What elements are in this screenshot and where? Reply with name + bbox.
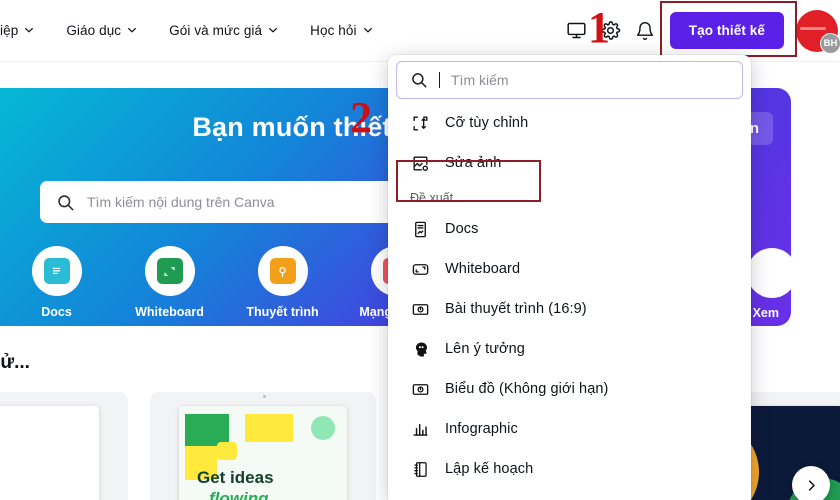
text-caret: [439, 72, 440, 88]
category-label: Thuyết trình: [246, 305, 319, 319]
category-icon-circle: [144, 246, 195, 296]
resize-icon: [410, 113, 430, 133]
nav-item-giao-duc[interactable]: Giáo dục: [50, 15, 153, 46]
thumb-shape-mint: [311, 416, 335, 440]
dropdown-item-label: Bài thuyết trình (16:9): [445, 301, 587, 317]
brainstorm-icon: [410, 339, 430, 359]
dropdown-item-label: Lập kế hoạch: [445, 461, 534, 477]
thumb-shape-heart: [217, 442, 237, 460]
docs-icon: [410, 219, 430, 239]
card-get-ideas[interactable]: Get ideas flowing: [150, 392, 376, 500]
dropdown-search-input[interactable]: Tìm kiếm: [396, 61, 743, 99]
nav-item-label: Giáo dục: [66, 23, 122, 38]
avatar-badge: BH: [820, 32, 840, 54]
search-icon: [410, 71, 428, 89]
chevron-down-icon: [127, 25, 137, 35]
planner-icon: [410, 459, 430, 479]
dropdown-item-label: Lên ý tưởng: [445, 341, 525, 357]
dropdown-item-whiteboard[interactable]: Whiteboard: [388, 249, 751, 289]
dropdown-item-label: Biểu đồ (Không giới hạn): [445, 381, 609, 397]
dropdown-item-label: Whiteboard: [445, 261, 521, 277]
docs-icon: [43, 258, 70, 284]
monitor-icon[interactable]: [560, 14, 594, 48]
banner-xem-circle: [747, 248, 791, 298]
gear-icon[interactable]: [594, 14, 628, 48]
chevron-down-icon: [24, 25, 34, 35]
nav-item-label: Học hỏi: [310, 23, 357, 38]
thumb-shape-yellow-2: [245, 414, 293, 442]
banner-xem-label: Xem: [752, 306, 779, 320]
dropdown-item-planner[interactable]: Lập kế hoạch: [388, 449, 751, 489]
create-design-button-wrapper: Tạo thiết kế: [659, 1, 797, 57]
card-text-1: Get ideas: [197, 468, 274, 487]
dropdown-item-infographic[interactable]: Infographic: [388, 409, 751, 449]
whiteboard-icon: [156, 258, 183, 284]
banner-search-placeholder: Tìm kiếm nội dung trên Canva: [87, 194, 275, 210]
card-text-2: flowing: [209, 489, 269, 500]
category-label: Whiteboard: [135, 305, 204, 319]
chevron-right-icon: [804, 478, 819, 493]
dropdown-item-label: Infographic: [445, 421, 518, 437]
chevron-down-icon: [363, 25, 373, 35]
dropdown-item-label: Cỡ tùy chỉnh: [445, 115, 529, 131]
dropdown-item-label: Docs: [445, 221, 479, 237]
nav-item-label: Gói và mức giá: [169, 23, 263, 38]
dropdown-item-custom-size[interactable]: Cỡ tùy chỉnh: [388, 103, 751, 143]
card-thumbnail: Get ideas flowing: [179, 406, 347, 500]
card-partial-left[interactable]: é uan: [0, 392, 128, 500]
dropdown-item-edit-photo[interactable]: Sửa ảnh: [388, 143, 751, 183]
nav-item-doanh-nghiep[interactable]: iệp: [0, 15, 50, 46]
header-actions: Tạo thiết kế BH: [560, 0, 840, 61]
nav-item-hoc-hoi[interactable]: Học hỏi: [294, 15, 388, 46]
category-icon-circle: [257, 246, 308, 296]
carousel-next-button[interactable]: [792, 466, 830, 500]
create-design-button[interactable]: Tạo thiết kế: [669, 12, 784, 49]
avatar-wrapper[interactable]: BH: [796, 9, 840, 54]
category-docs[interactable]: Docs: [0, 246, 113, 319]
dropdown-item-chart[interactable]: Biểu đồ (Không giới hạn): [388, 369, 751, 409]
main-navigation: iệp Giáo dục Gói và mức giá Học hỏi: [0, 15, 389, 46]
category-label: Docs: [41, 305, 72, 319]
dropdown-section-label: Đề xuất: [410, 191, 454, 205]
thumb-dot: [263, 395, 266, 398]
search-icon: [56, 193, 75, 212]
nav-item-label: iệp: [0, 23, 19, 38]
chevron-down-icon: [268, 25, 278, 35]
presentation-icon: [410, 299, 430, 319]
dropdown-item-docs[interactable]: Docs: [388, 209, 751, 249]
dropdown-item-label: Sửa ảnh: [445, 155, 502, 171]
section-title: Bạn có thể thử...: [0, 352, 30, 373]
category-whiteboard[interactable]: Whiteboard: [113, 246, 226, 319]
bell-icon[interactable]: [628, 14, 662, 48]
chart-icon: [410, 379, 430, 399]
category-icon-circle: [31, 246, 82, 296]
presentation-icon: [269, 258, 296, 284]
top-header: iệp Giáo dục Gói và mức giá Học hỏi Tạo …: [0, 0, 840, 62]
whiteboard-icon: [410, 259, 430, 279]
card-thumbnail: é uan: [0, 406, 99, 500]
dropdown-items: Cỡ tùy chỉnh Sửa ảnh Đề xuất Docs Whiteb…: [388, 101, 751, 489]
nav-item-goi-va-muc-gia[interactable]: Gói và mức giá: [153, 15, 294, 46]
create-design-dropdown: Tìm kiếm Cỡ tùy chỉnh Sửa ảnh Đề xuất Do…: [388, 55, 751, 500]
dropdown-item-presentation[interactable]: Bài thuyết trình (16:9): [388, 289, 751, 329]
canva-homepage-screenshot: iệp Giáo dục Gói và mức giá Học hỏi Tạo …: [0, 0, 840, 500]
dropdown-item-brainstorm[interactable]: Lên ý tưởng: [388, 329, 751, 369]
infographic-icon: [410, 419, 430, 439]
edit-image-icon: [410, 153, 430, 173]
category-presentation[interactable]: Thuyết trình: [226, 246, 339, 319]
dropdown-search-placeholder: Tìm kiếm: [451, 72, 509, 88]
